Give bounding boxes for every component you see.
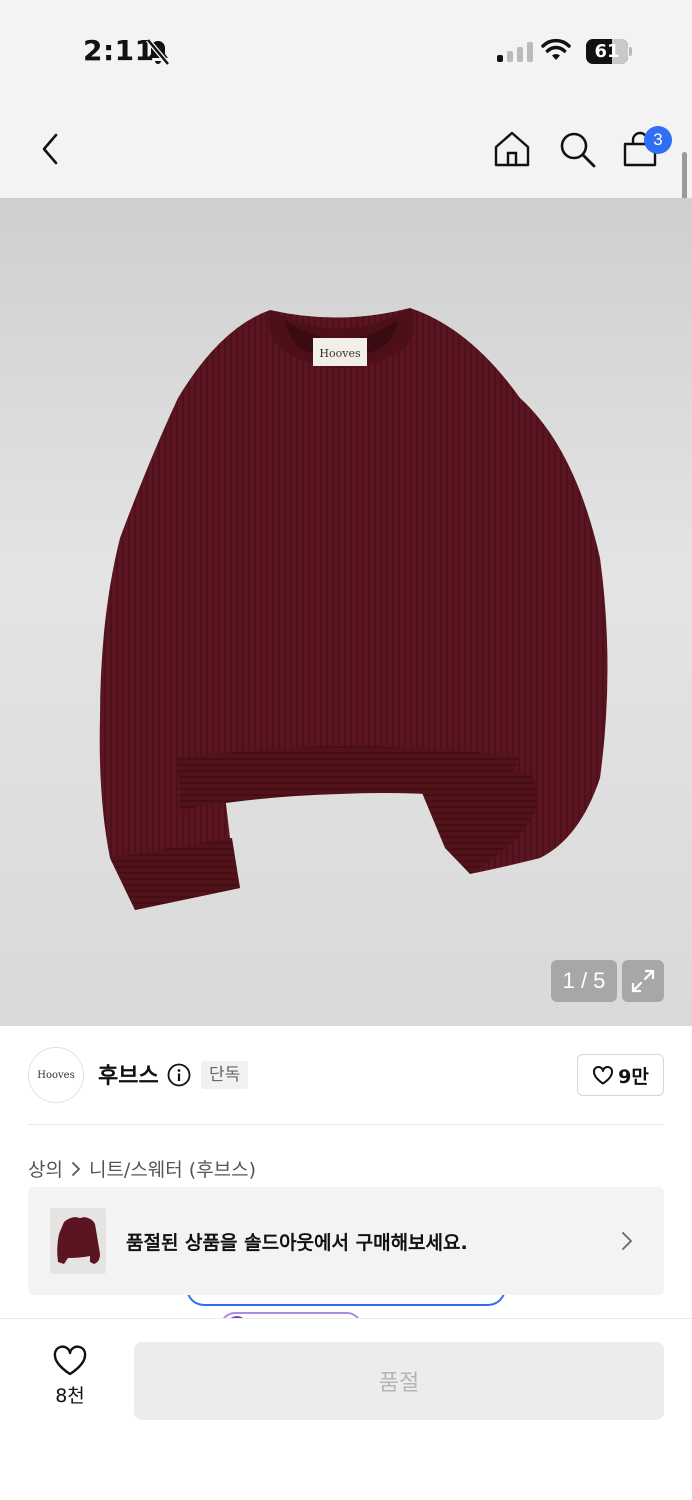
brand-like-count: 9만 [618, 1065, 649, 1088]
wifi-icon [541, 38, 571, 60]
info-icon[interactable] [167, 1063, 191, 1087]
cart-button[interactable]: 3 [618, 100, 672, 198]
cellular-signal-icon [497, 40, 533, 62]
top-nav: 3 [0, 100, 692, 198]
brand-logo[interactable]: Hooves [28, 1047, 84, 1103]
home-icon [494, 131, 530, 167]
image-counter: 1 / 5 [551, 960, 617, 1002]
status-bar: 2:11 61 [0, 0, 692, 100]
bottom-action-bar: 8천 품절 [0, 1318, 692, 1500]
chevron-right-icon [72, 1161, 80, 1176]
status-time: 2:11 [83, 34, 155, 67]
wishlist-button[interactable]: 8천 [40, 1345, 100, 1415]
home-button[interactable] [490, 100, 534, 198]
bell-off-icon [146, 38, 170, 66]
sweater-thumbnail-image [57, 1217, 100, 1264]
search-icon [560, 132, 596, 168]
breadcrumb: 상의 니트/스웨터 (후브스) [28, 1155, 256, 1182]
product-image-gallery[interactable]: Hooves 1 / 5 [0, 198, 692, 1026]
breadcrumb-category[interactable]: 상의 [28, 1155, 63, 1182]
product-image: Hooves [99, 308, 608, 910]
garment-label-text: Hooves [319, 347, 361, 360]
soldout-banner[interactable]: 품절된 상품을 솔드아웃에서 구매해보세요. [28, 1187, 664, 1295]
expand-image-button[interactable] [622, 960, 664, 1002]
brand-name-link[interactable]: 후브스 [98, 1058, 159, 1090]
wishlist-count: 8천 [55, 1385, 85, 1407]
brand-like-button[interactable]: 9만 [577, 1054, 664, 1096]
expand-icon [631, 969, 655, 993]
battery-icon: 61 [586, 39, 632, 64]
back-button[interactable] [28, 100, 72, 198]
search-button[interactable] [555, 100, 599, 198]
battery-level: 61 [594, 41, 620, 62]
breadcrumb-subcategory[interactable]: 니트/스웨터 (후브스) [89, 1155, 256, 1182]
banner-thumbnail [50, 1208, 106, 1274]
soldout-banner-text: 품절된 상품을 솔드아웃에서 구매해보세요. [126, 1232, 468, 1254]
divider [28, 1124, 664, 1125]
chevron-right-icon [622, 1232, 632, 1250]
sold-out-button[interactable]: 품절 [134, 1342, 664, 1420]
chevron-left-icon [42, 133, 58, 165]
heart-icon [53, 1345, 87, 1376]
heart-icon [593, 1065, 614, 1085]
brand-logo-text: Hooves [37, 1069, 75, 1081]
exclusive-badge: 단독 [201, 1061, 249, 1089]
cart-count-badge: 3 [644, 126, 672, 154]
